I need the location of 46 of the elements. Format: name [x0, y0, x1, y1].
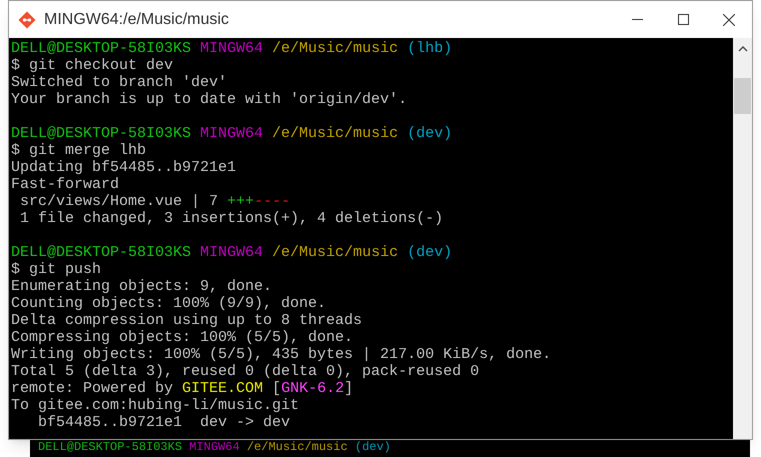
terminal-text: To gitee.com:hubing-li/music.git — [11, 397, 300, 414]
terminal-text: GITEE.COM — [182, 380, 264, 397]
terminal-text: ---- — [254, 193, 290, 210]
terminal-text: Writing objects: 100% (5/5), 435 bytes | 217.00 KiB/s, done. — [11, 346, 552, 363]
terminal-text: +++ — [227, 193, 254, 210]
maximize-icon — [678, 14, 688, 25]
terminal-text: Updating bf54485..b9721e1 — [11, 159, 236, 176]
terminal-text: DELL@DESKTOP-58I03KS — [11, 244, 192, 261]
terminal-text: ] — [344, 380, 354, 397]
terminal-text: Counting objects: 100% (9/9), done. — [11, 295, 326, 312]
terminal-text: remote: Powered by — [11, 380, 174, 397]
terminal-text: DELL@DESKTOP-58I03KS — [11, 125, 192, 142]
terminal-text: MINGW64 — [199, 244, 264, 261]
terminal-text: MINGW64 — [199, 40, 264, 57]
terminal-text: Fast-forward — [11, 176, 120, 193]
terminal-text: bf54485..b9721e1 dev -> dev — [37, 414, 290, 431]
terminal-text: $ git merge lhb — [11, 142, 146, 159]
terminal-text: $ git push — [11, 261, 102, 278]
terminal-text: $ git checkout dev — [11, 57, 174, 74]
terminal-text: [ — [271, 380, 282, 397]
terminal-text: src/views/Home.vue | 7 — [19, 193, 220, 210]
terminal-text: GNK-6.2 — [281, 380, 344, 397]
terminal-text: (dev) — [406, 125, 452, 142]
terminal-text: Compressing objects: 100% (5/5), done. — [11, 329, 354, 346]
terminal-text: Delta compression using up to 8 threads — [11, 312, 362, 329]
scroll-thumb[interactable] — [734, 78, 751, 114]
terminal-text: (dev) — [354, 440, 391, 455]
terminal-text: /e/Music/music — [271, 40, 398, 57]
terminal-text: MINGW64 — [188, 440, 240, 455]
terminal-text: Total 5 (delta 3), reused 0 (delta 0), pack-reused 0 — [11, 363, 480, 380]
terminal-text: MINGW64 — [199, 125, 264, 142]
terminal-text: /e/Music/music — [271, 125, 398, 142]
close-icon — [723, 14, 735, 26]
scrollbar[interactable] — [733, 38, 752, 439]
terminal-text: DELL@DESKTOP-58I03KS — [11, 40, 192, 57]
scroll-up-icon[interactable] — [738, 46, 748, 52]
terminal-text: Switched to branch 'dev' — [11, 74, 228, 91]
terminal-text: Enumerating objects: 9, done. — [11, 278, 272, 295]
terminal-text: DELL@DESKTOP-58I03KS — [38, 440, 182, 455]
terminal-text: (lhb) — [406, 40, 452, 57]
window-title: MINGW64:/e/Music/music — [44, 10, 229, 30]
terminal-text: 1 file changed, 3 insertions(+), 4 deletions(-) — [19, 210, 444, 227]
terminal-text: /e/Music/music — [271, 244, 398, 261]
terminal-text: Your branch is up to date with 'origin/dev'. — [11, 91, 408, 108]
terminal-text: /e/Music/music — [246, 440, 348, 455]
terminal-text: (dev) — [406, 244, 452, 261]
